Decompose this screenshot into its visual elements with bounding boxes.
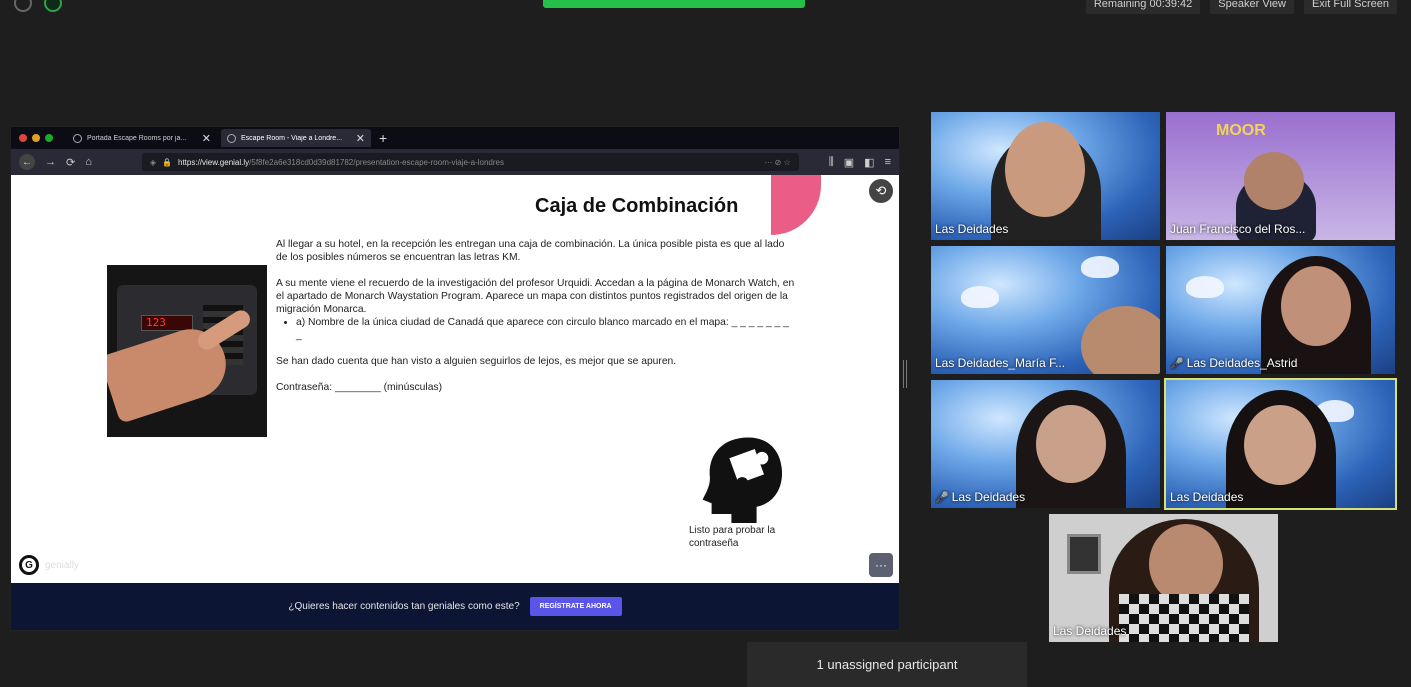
poster-title: MOOR <box>1216 122 1266 139</box>
genially-logo: G genially <box>19 555 79 575</box>
zoom-meeting: Remaining 00:39:42 Speaker View Exit Ful… <box>0 0 1411 687</box>
participant-tile[interactable]: 🎤 Las Deidades <box>931 380 1160 508</box>
forward-arrow-icon[interactable]: → <box>45 156 56 168</box>
participant-name: Las Deidades <box>1053 624 1127 638</box>
tab-title: Portada Escape Rooms por ja... <box>87 134 187 142</box>
screen-share-indicator[interactable] <box>543 0 805 8</box>
menu-icon[interactable]: ≡ <box>885 156 891 169</box>
zoom-top-bar: Remaining 00:39:42 Speaker View Exit Ful… <box>0 0 1411 16</box>
participant-name: Las Deidades_María F... <box>935 356 1066 370</box>
participant-name: Juan Francisco del Ros... <box>1170 222 1306 236</box>
fullscreen-icon[interactable]: ⟲ <box>869 179 893 203</box>
library-icon[interactable]: ⫼ <box>829 156 834 169</box>
back-arrow-icon[interactable]: ← <box>19 154 35 170</box>
slide-body: Al llegar a su hotel, en la recepción le… <box>276 238 796 407</box>
participant-name: 🎤 Las Deidades_Astrid <box>1170 356 1298 370</box>
safe-keypad-image: 123 <box>107 265 267 437</box>
participant-tile[interactable]: Las Deidades <box>931 112 1160 240</box>
head-puzzle-icon[interactable] <box>699 433 789 523</box>
genially-slide: Caja de Combinación ⟲ 123 Al llegar a su… <box>11 175 899 630</box>
reader-view-icon[interactable]: ▣ <box>844 156 854 169</box>
tab-favicon-icon <box>227 133 236 143</box>
minimize-window-button[interactable] <box>32 134 40 142</box>
password-prompt: Contraseña: ________ (minúsculas) <box>276 382 442 393</box>
participant-tile[interactable]: Las Deidades <box>1049 514 1278 642</box>
unassigned-participant-notice[interactable]: 1 unassigned participant <box>747 642 1027 687</box>
participant-name: Las Deidades <box>935 222 1009 236</box>
tab-title: Escape Room - Viaje a Londre... <box>241 134 343 142</box>
participant-tile[interactable]: 🎤 Las Deidades_Astrid <box>1166 246 1395 374</box>
browser-nav-bar: ← → ⟳ ⌂ ◈ 🔒 https://view.genial.ly/5f8fe… <box>11 149 899 175</box>
decorative-shape <box>771 175 821 235</box>
reload-icon[interactable]: ⟳ <box>66 156 75 169</box>
close-window-button[interactable] <box>19 134 27 142</box>
home-icon[interactable]: ⌂ <box>85 156 92 168</box>
new-tab-icon[interactable]: + <box>379 130 387 146</box>
muted-mic-icon: 🎤 <box>935 492 949 504</box>
close-tab-icon[interactable]: ✕ <box>202 132 211 145</box>
page-actions-icon[interactable]: ··· ⊘ ☆ <box>764 158 790 167</box>
security-shield-icon[interactable] <box>44 0 62 12</box>
paragraph: A su mente viene el recuerdo de la inves… <box>276 278 795 315</box>
genially-icon: G <box>19 555 39 575</box>
more-options-icon[interactable]: ··· <box>869 553 893 577</box>
paragraph: Se han dado cuenta que han visto a algui… <box>276 356 677 367</box>
list-item: a) Nombre de la única ciudad de Canadá q… <box>296 316 796 342</box>
browser-tab-active[interactable]: Escape Room - Viaje a Londre... ✕ <box>221 129 371 147</box>
register-button[interactable]: REGÍSTRATE AHORA <box>529 597 622 616</box>
maximize-window-button[interactable] <box>45 134 53 142</box>
tab-favicon-icon <box>73 133 82 143</box>
muted-mic-icon: 🎤 <box>1170 358 1184 370</box>
exit-fullscreen-button[interactable]: Exit Full Screen <box>1303 0 1397 14</box>
address-bar[interactable]: ◈ 🔒 https://view.genial.ly/5f8fe2a6e318c… <box>141 153 799 171</box>
shield-icon: ◈ <box>149 157 157 167</box>
info-icon[interactable] <box>14 0 32 12</box>
remaining-time: Remaining 00:39:42 <box>1085 0 1201 14</box>
slide-title: Caja de Combinación <box>535 195 739 217</box>
participant-tile[interactable]: MOOR Juan Francisco del Ros... <box>1166 112 1395 240</box>
ready-button-label[interactable]: Listo para probar la contraseña <box>689 524 819 550</box>
lock-icon: 🔒 <box>162 157 172 167</box>
active-speaker-tile[interactable]: Las Deidades <box>1164 378 1397 510</box>
footer-question: ¿Quieres hacer contenidos tan geniales c… <box>288 601 520 612</box>
browser-tab-bar: Portada Escape Rooms por ja... ✕ Escape … <box>11 127 899 149</box>
close-tab-icon[interactable]: ✕ <box>356 132 365 145</box>
participant-name: 🎤 Las Deidades <box>935 490 1026 504</box>
participant-tile[interactable]: Las Deidades_María F... <box>931 246 1160 374</box>
url-text: https://view.genial.ly/5f8fe2a6e318cd0d3… <box>178 157 504 167</box>
participant-name: Las Deidades <box>1170 490 1244 504</box>
paragraph: Al llegar a su hotel, en la recepción le… <box>276 239 785 263</box>
extension-icon[interactable]: ◧ <box>864 156 874 169</box>
genially-footer-banner: ¿Quieres hacer contenidos tan geniales c… <box>11 583 899 630</box>
browser-tab[interactable]: Portada Escape Rooms por ja... ✕ <box>67 129 217 147</box>
shared-browser-window: Portada Escape Rooms por ja... ✕ Escape … <box>10 126 900 631</box>
split-resize-handle[interactable] <box>903 360 907 388</box>
speaker-view-button[interactable]: Speaker View <box>1210 0 1294 14</box>
